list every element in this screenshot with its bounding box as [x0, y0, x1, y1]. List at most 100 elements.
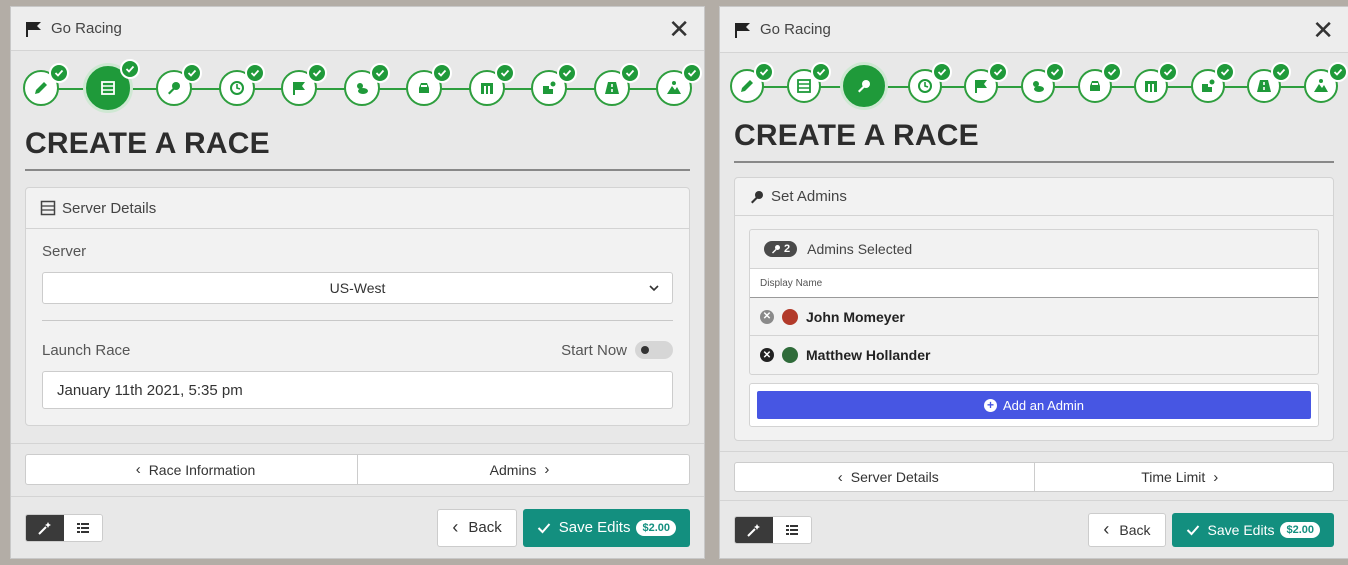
step-track[interactable] — [468, 63, 515, 106]
back-button[interactable]: ‹ Back — [1088, 512, 1166, 547]
track-icon — [480, 83, 493, 94]
chevron-left-icon: ‹ — [837, 468, 843, 486]
check-icon — [1101, 62, 1122, 82]
key-icon — [772, 245, 780, 254]
add-admin-wrapper: + Add an Admin — [749, 383, 1319, 427]
prev-step-button[interactable]: ‹ Race Information — [26, 455, 357, 484]
launch-label: Launch Race — [42, 341, 131, 359]
launch-date-input[interactable]: January 11th 2021, 5:35 pm — [42, 371, 673, 409]
close-icon[interactable]: ✕ — [1312, 17, 1334, 43]
remove-admin-icon[interactable]: ✕ — [760, 348, 774, 362]
check-icon — [119, 59, 140, 79]
step-wheel[interactable] — [531, 63, 577, 106]
step-road[interactable] — [1247, 62, 1292, 103]
track-icon — [1145, 81, 1158, 92]
server-icon — [100, 81, 115, 95]
admin-count: 2 — [784, 243, 791, 255]
plus-circle-icon: + — [984, 398, 998, 412]
car-icon — [419, 83, 429, 93]
next-step-button[interactable]: Admins › — [357, 455, 689, 484]
step-pencil[interactable] — [23, 63, 69, 106]
check-icon — [182, 63, 202, 83]
price-badge: $2.00 — [1280, 521, 1320, 538]
step-weather[interactable] — [1020, 62, 1065, 103]
step-wheel[interactable] — [1190, 62, 1235, 103]
close-icon[interactable]: ✕ — [668, 16, 690, 42]
footer: ‹ Back Save Edits $2.00 — [720, 500, 1348, 558]
check-icon — [49, 63, 69, 83]
step-pencil[interactable] — [730, 62, 774, 103]
app-title: Go Racing — [760, 21, 831, 38]
avatar — [782, 308, 798, 325]
chevron-right-icon: › — [1213, 468, 1219, 486]
divider — [42, 320, 673, 321]
admin-row: ✕ John Momeyer — [750, 298, 1318, 336]
check-icon — [619, 63, 640, 83]
start-now-toggle-group: Start Now — [561, 341, 673, 359]
flag-icon — [26, 21, 41, 37]
wand-icon — [747, 523, 760, 537]
admins-selected-label: Admins Selected — [807, 241, 913, 257]
check-icon — [1186, 524, 1199, 535]
car-icon — [1089, 81, 1100, 91]
server-details-panel: Server Details Server US-West Launch Rac… — [25, 187, 690, 426]
list-view-button[interactable] — [64, 514, 102, 541]
step-clock[interactable] — [907, 62, 952, 103]
admin-name: Matthew Hollander — [806, 347, 931, 363]
chevron-left-icon: ‹ — [452, 517, 459, 537]
panel-header: Set Admins — [735, 178, 1333, 216]
wizard-steps — [11, 51, 704, 115]
page-title: CREATE A RACE — [25, 127, 690, 171]
step-clock[interactable] — [218, 63, 265, 106]
check-icon — [537, 522, 551, 533]
next-step-button[interactable]: Time Limit › — [1033, 463, 1334, 491]
view-toggle — [734, 515, 812, 544]
back-button[interactable]: ‹ Back — [437, 508, 517, 547]
list-view-button[interactable] — [773, 516, 811, 543]
save-label: Save Edits — [1207, 521, 1275, 538]
footer: ‹ Back Save Edits $2.00 — [11, 496, 704, 558]
add-admin-label: Add an Admin — [1003, 397, 1084, 413]
wizard-view-button[interactable] — [735, 516, 773, 543]
step-server[interactable] — [85, 59, 140, 110]
step-flag[interactable] — [964, 62, 1009, 103]
wizard-view-button[interactable] — [26, 514, 64, 541]
step-car[interactable] — [1077, 62, 1122, 103]
admin-name: John Momeyer — [806, 308, 905, 325]
set-admins-panel: Set Admins 2 Admins Selected Display Nam… — [734, 177, 1334, 441]
step-road[interactable] — [593, 63, 640, 106]
check-icon — [1214, 62, 1235, 82]
view-toggle — [25, 513, 103, 542]
back-label: Back — [1119, 521, 1151, 538]
flag-icon — [293, 82, 305, 95]
price-badge: $2.00 — [636, 519, 676, 536]
step-key[interactable] — [156, 63, 202, 106]
add-admin-button[interactable]: + Add an Admin — [757, 391, 1311, 419]
check-icon — [810, 62, 831, 82]
mountain-icon — [667, 81, 681, 94]
step-mountain[interactable] — [656, 63, 702, 106]
start-now-toggle[interactable] — [635, 341, 673, 359]
create-race-window-server-details: Go Racing ✕ CREATE A RACE Server Details… — [10, 6, 705, 559]
check-icon — [754, 62, 774, 82]
save-edits-button[interactable]: Save Edits $2.00 — [1171, 512, 1334, 547]
prev-step-button[interactable]: ‹ Server Details — [735, 463, 1034, 491]
step-mountain[interactable] — [1303, 62, 1348, 103]
step-server[interactable] — [786, 62, 831, 103]
step-flag[interactable] — [281, 63, 327, 106]
save-edits-button[interactable]: Save Edits $2.00 — [522, 508, 690, 547]
check-icon — [1327, 62, 1348, 82]
step-key[interactable] — [843, 65, 886, 107]
panel-title: Set Admins — [771, 188, 847, 205]
check-icon — [682, 63, 702, 83]
remove-admin-icon[interactable]: ✕ — [760, 309, 774, 324]
check-icon — [557, 63, 577, 83]
pencil-icon — [35, 82, 47, 94]
step-track[interactable] — [1134, 62, 1179, 103]
server-select[interactable]: US-West — [42, 272, 673, 304]
check-icon — [307, 63, 327, 83]
road-icon — [1257, 80, 1272, 92]
step-car[interactable] — [406, 63, 452, 106]
avatar — [782, 347, 798, 363]
step-weather[interactable] — [343, 63, 390, 106]
